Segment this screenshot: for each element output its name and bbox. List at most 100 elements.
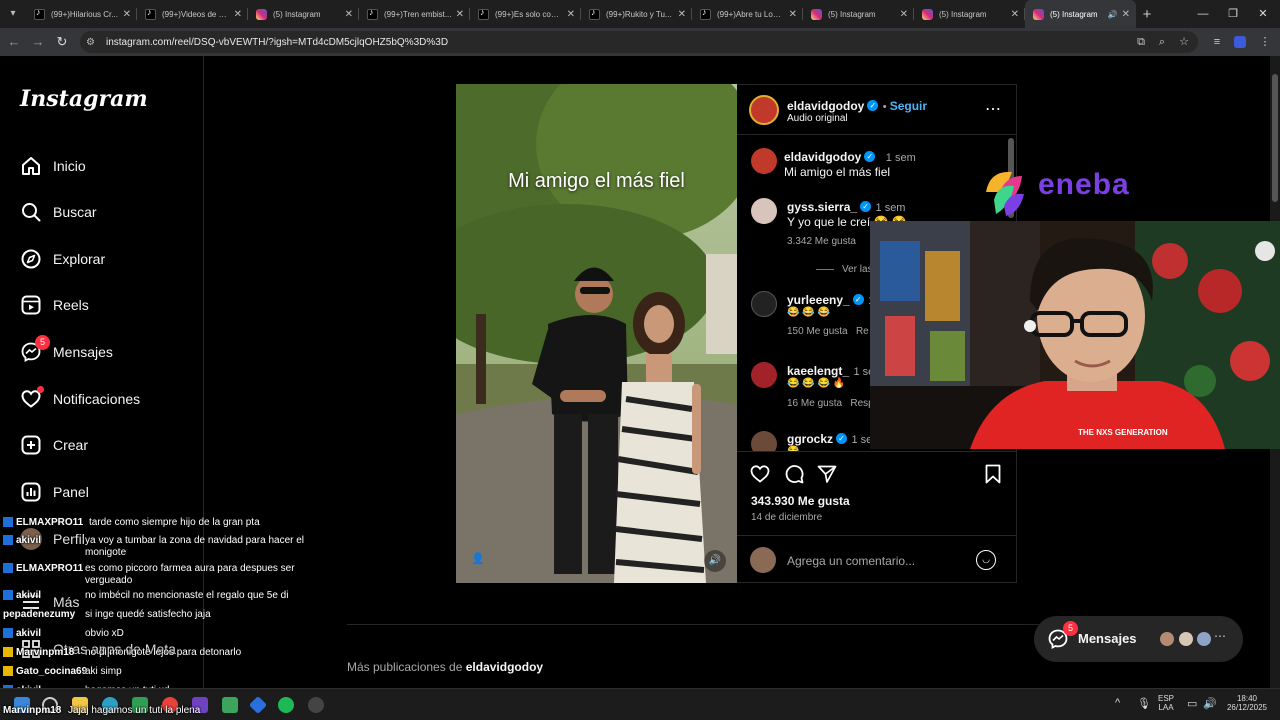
author-avatar[interactable] xyxy=(749,95,779,125)
language-indicator[interactable]: ESP LAA xyxy=(1158,694,1174,712)
reel-video-frame xyxy=(456,84,737,583)
close-tab-icon[interactable]: ✕ xyxy=(567,9,575,20)
browser-tab-active[interactable]: (5) Instagram 🔊 ✕ xyxy=(1025,0,1136,28)
browser-tab[interactable]: (99+)Hilarious Cr...✕ xyxy=(26,0,137,28)
audio-label[interactable]: Audio original xyxy=(787,113,848,124)
close-tab-icon[interactable]: ✕ xyxy=(345,9,353,20)
reading-list-icon[interactable]: ≡ xyxy=(1207,32,1227,52)
browser-tab[interactable]: (99+)Videos de M...✕ xyxy=(137,0,248,28)
close-tab-icon[interactable]: ✕ xyxy=(900,9,908,20)
verified-icon: ✓ xyxy=(860,201,872,213)
tiktok-icon xyxy=(478,7,489,20)
tiktok-icon xyxy=(34,7,45,20)
browser-tab[interactable]: (5) Instagram ✕ xyxy=(248,0,359,28)
close-window-button[interactable]: ✕ xyxy=(1248,0,1278,28)
close-tab-icon[interactable]: ✕ xyxy=(789,9,797,20)
spotify-icon[interactable] xyxy=(278,697,294,713)
close-tab-icon[interactable]: ✕ xyxy=(456,9,464,20)
comment-icon[interactable] xyxy=(784,464,804,489)
sponsor-overlay: eneba xyxy=(980,162,1150,218)
like-icon[interactable] xyxy=(750,464,770,489)
instagram-logo[interactable]: Instagram xyxy=(20,86,148,112)
chat-message: ELMAXPRO11 es como piccoro farmea aura pa… xyxy=(3,563,295,586)
sidebar-item-reels[interactable]: Reels xyxy=(20,290,89,320)
more-options-icon[interactable]: ⋯ xyxy=(985,99,1001,119)
comment-input[interactable]: Agrega un comentario... xyxy=(787,554,915,568)
comment-avatar[interactable] xyxy=(751,148,777,174)
microphone-icon[interactable]: 🎙 xyxy=(1137,697,1151,710)
instagram-icon xyxy=(256,8,267,20)
browser-tab[interactable]: (5) Instagram ✕ xyxy=(914,0,1025,28)
scrollbar-thumb[interactable] xyxy=(1272,74,1278,202)
save-icon[interactable] xyxy=(983,464,1003,489)
maximize-button[interactable]: ❐ xyxy=(1218,0,1248,28)
close-tab-icon[interactable]: ✕ xyxy=(123,9,131,20)
comment-avatar[interactable] xyxy=(751,362,777,388)
sidebar-item-panel[interactable]: Panel xyxy=(20,477,89,507)
volume-icon[interactable]: 🔊 xyxy=(704,550,726,572)
more-posts-user[interactable]: eldavidgodoy xyxy=(466,660,543,674)
messages-floating-button[interactable]: 5 Mensajes ⋯ xyxy=(1034,616,1243,662)
volume-icon[interactable]: 🔊 xyxy=(1203,697,1217,710)
back-icon[interactable]: ← xyxy=(2,34,26,49)
more-posts-heading: Más publicaciones de eldavidgodoy xyxy=(347,660,544,674)
reels-icon xyxy=(20,294,42,316)
follow-button[interactable]: Seguir xyxy=(890,99,927,113)
chat-message: Marvinpm18 Jajaj hagamos un tuti la plena xyxy=(3,705,201,716)
app-icon[interactable] xyxy=(222,697,238,713)
comment-avatar[interactable] xyxy=(751,431,777,451)
zoom-icon[interactable]: ⌕ xyxy=(1152,32,1172,52)
network-icon[interactable]: ▭ xyxy=(1187,697,1197,710)
url-field[interactable]: ⚙ instagram.com/reel/DSQ-vbVEWTH/?igsh=M… xyxy=(80,31,1198,53)
cast-icon[interactable]: ⧉ xyxy=(1131,32,1151,52)
chat-message: akivil ya voy a tumbar la zona de navidad… xyxy=(3,535,304,558)
close-tab-icon[interactable]: ✕ xyxy=(1122,9,1130,20)
reload-icon[interactable]: ↻ xyxy=(50,34,74,50)
sidebar-item-notificaciones[interactable]: Notificaciones xyxy=(20,384,140,414)
author-username[interactable]: eldavidgodoy xyxy=(787,99,864,113)
taskbar: Marvinpm18 Jajaj hagamos un tuti la plena… xyxy=(0,688,1280,720)
close-tab-icon[interactable]: ✕ xyxy=(678,9,686,20)
post-actions: 343.930 Me gusta 14 de diciembre Agrega … xyxy=(737,451,1017,584)
browser-tab[interactable]: (99+)Abre tu Loca...✕ xyxy=(692,0,803,28)
tagged-user-icon[interactable]: 👤 xyxy=(470,552,486,568)
search-icon xyxy=(20,201,42,223)
close-tab-icon[interactable]: ✕ xyxy=(1011,9,1019,20)
browser-menu-icon[interactable]: ⋮ xyxy=(1255,32,1275,52)
close-tab-icon[interactable]: ✕ xyxy=(234,9,242,20)
address-bar-row: ← → ↻ ⚙ instagram.com/reel/DSQ-vbVEWTH/?… xyxy=(0,28,1280,56)
share-icon[interactable] xyxy=(817,464,837,489)
clock[interactable]: 18:40 26/12/2025 xyxy=(1222,694,1272,712)
reel-video[interactable]: Mi amigo el más fiel 👤 🔊 xyxy=(456,84,737,583)
speaker-icon[interactable]: 🔊 xyxy=(1108,10,1118,19)
tiktok-icon xyxy=(700,7,711,20)
bookmark-star-icon[interactable]: ☆ xyxy=(1174,32,1194,52)
avatar xyxy=(1177,630,1195,648)
sidebar-item-explorar[interactable]: Explorar xyxy=(20,244,105,274)
minimize-button[interactable]: — xyxy=(1188,0,1218,28)
site-info-icon[interactable]: ⚙ xyxy=(86,37,100,48)
browser-tab[interactable]: (99+)Es solo cont...✕ xyxy=(470,0,581,28)
sidebar-item-crear[interactable]: Crear xyxy=(20,430,88,460)
badge-icon xyxy=(3,563,13,574)
browser-tab-bar: ▾ (99+)Hilarious Cr...✕ (99+)Videos de M… xyxy=(0,0,1280,28)
browser-tab[interactable]: (99+)Rukito y Tu...✕ xyxy=(581,0,692,28)
comment-avatar[interactable] xyxy=(751,291,777,317)
emoji-icon[interactable]: ◡ xyxy=(976,550,996,570)
heart-icon xyxy=(20,386,44,410)
sidebar-item-buscar[interactable]: Buscar xyxy=(20,197,97,227)
browser-tab[interactable]: (99+)Tren embist...✕ xyxy=(359,0,470,28)
browser-tab[interactable]: (5) Instagram ✕ xyxy=(803,0,914,28)
likes-count[interactable]: 343.930 Me gusta xyxy=(751,494,850,508)
tray-chevron-icon[interactable]: ^ xyxy=(1115,697,1120,709)
forward-icon[interactable]: → xyxy=(26,34,50,49)
obs-icon[interactable] xyxy=(308,697,324,713)
tab-search-icon[interactable]: ▾ xyxy=(0,0,26,28)
app-icon[interactable] xyxy=(248,695,268,715)
sidebar-item-inicio[interactable]: Inicio xyxy=(20,151,86,181)
extension-icon[interactable] xyxy=(1230,32,1250,52)
post-header: eldavidgodoy ✓ • Seguir Audio original ⋯ xyxy=(737,85,1017,135)
sidebar-item-mensajes[interactable]: 5 Mensajes xyxy=(20,335,113,367)
comment-avatar[interactable] xyxy=(751,198,777,224)
new-tab-button[interactable]: + xyxy=(1136,6,1158,23)
